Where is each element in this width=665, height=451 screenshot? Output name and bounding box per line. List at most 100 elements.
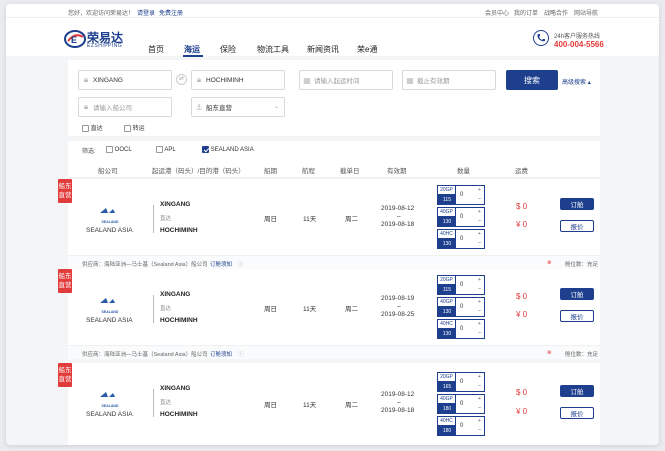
plus-icon[interactable]: + [478, 418, 481, 424]
nav-rong-e-tong[interactable]: 荣e通 [357, 44, 377, 55]
minus-icon[interactable]: – [478, 427, 481, 433]
container-40gp[interactable]: 40GP 130 0 + – [437, 297, 485, 317]
container-40gp[interactable]: 40GP 180 0 + – [437, 394, 485, 414]
carrier-logo: SEALAND [98, 202, 122, 224]
container-40hc[interactable]: 40HC 130 0 + – [437, 319, 485, 339]
direct-checkbox-wrap[interactable]: 直达 [82, 123, 103, 132]
container-40hc[interactable]: 40HC 180 0 + – [437, 416, 485, 436]
count-input[interactable]: 0 [460, 214, 463, 220]
transfer-checkbox[interactable] [124, 124, 131, 132]
header-carrier: 船公司 [98, 168, 118, 175]
plus-icon[interactable]: + [478, 277, 481, 283]
source-select[interactable]: ⚓︎ 船东直营 ⌄ [191, 97, 285, 117]
brand-sub: EZSHIPPING [87, 43, 123, 49]
count-input[interactable]: 0 [460, 304, 463, 310]
book-button[interactable]: 订舱 [560, 288, 594, 300]
filter-bar: 筛选: OOCL APL SEALAND ASIA [68, 141, 600, 158]
minus-icon[interactable]: – [478, 405, 481, 411]
count-input[interactable]: 0 [460, 401, 463, 407]
minus-icon[interactable]: – [478, 286, 481, 292]
container-20gp[interactable]: 20GP 115 0 + – [437, 275, 485, 295]
hotline-number: 400-004-5566 [554, 40, 604, 49]
carrier-name: SEALAND ASIA [86, 227, 133, 234]
filter-oocl[interactable]: OOCL [106, 146, 132, 153]
price-usd: $ 0 [516, 202, 528, 211]
supplier-text: 供应商：海陆亚洲—马士基（Sealand Asia）船公司 [82, 352, 208, 358]
minus-icon[interactable]: – [478, 240, 481, 246]
container-40hc[interactable]: 40HC 130 0 + – [437, 229, 485, 249]
minus-icon[interactable]: – [478, 330, 481, 336]
transfer-label: 转运 [132, 126, 145, 132]
count-input[interactable]: 0 [460, 236, 463, 242]
carrier-logo-text: SEALAND [101, 404, 119, 408]
book-button[interactable]: 订舱 [560, 198, 594, 210]
destination-port: HOCHIMINH [160, 411, 198, 418]
hotline-label: 24h客户服务热线 [554, 34, 601, 40]
plus-icon[interactable]: + [478, 187, 481, 193]
site-nav-link[interactable]: 网站导航 [574, 8, 598, 17]
swap-ports-icon[interactable]: ⇄ [176, 74, 187, 85]
destination-port-field[interactable]: 🔒︎ HOCHIMINH [191, 70, 285, 90]
minus-icon[interactable]: – [478, 196, 481, 202]
plus-icon[interactable]: + [478, 321, 481, 327]
sealand-checkbox[interactable] [202, 146, 209, 153]
minus-icon[interactable]: – [478, 308, 481, 314]
book-button[interactable]: 订舱 [560, 385, 594, 397]
login-link[interactable]: 请登录 [137, 8, 155, 17]
lock-icon: 🔒︎ [83, 75, 89, 84]
container-20gp[interactable]: 20GP 115 0 + – [437, 185, 485, 205]
minus-icon[interactable]: – [478, 383, 481, 389]
minus-icon[interactable]: – [478, 218, 481, 224]
count-input[interactable]: 0 [460, 379, 463, 385]
plus-icon[interactable]: + [478, 231, 481, 237]
my-orders-link[interactable]: 我的订单 [514, 8, 538, 17]
brand-logo[interactable]: E 荣易达 EZSHIPPING [64, 28, 132, 50]
advanced-search-link[interactable]: 高级搜索 ▴ [562, 77, 591, 86]
quote-button[interactable]: 报价 [560, 407, 594, 419]
apl-checkbox[interactable] [156, 146, 163, 153]
transfer-checkbox-wrap[interactable]: 转运 [124, 123, 145, 132]
quote-button[interactable]: 报价 [560, 220, 594, 232]
plus-icon[interactable]: + [478, 396, 481, 402]
nav-logistics-tools[interactable]: 物流工具 [257, 44, 289, 55]
count-input[interactable]: 0 [460, 326, 463, 332]
header-freight: 运费 [515, 168, 528, 175]
transit-time: 11天 [303, 402, 317, 409]
container-40gp[interactable]: 40GP 130 0 + – [437, 207, 485, 227]
carrier-field[interactable]: 🔒︎ 请输入船公司 [78, 97, 172, 117]
quote-button[interactable]: 报价 [560, 310, 594, 322]
booking-notice-link[interactable]: 订舱须知 [210, 260, 232, 268]
count-input[interactable]: 0 [460, 423, 463, 429]
booking-notice-link[interactable]: 订舱须知 [210, 350, 232, 358]
origin-port-value: XINGANG [93, 76, 123, 84]
valid-sep: – [397, 213, 401, 220]
deadline-field[interactable]: ▦ 截止有效期 [402, 70, 496, 90]
lock-icon: 🔒︎ [196, 75, 202, 84]
nav-news[interactable]: 新闻资讯 [307, 44, 339, 55]
container-20gp[interactable]: 20GP 165 0 + – [437, 372, 485, 392]
filter-apl[interactable]: APL [156, 146, 176, 153]
direct-checkbox[interactable] [82, 124, 89, 132]
partnership-link[interactable]: 战略合作 [544, 8, 568, 17]
filter-sealand[interactable]: SEALAND ASIA [202, 146, 254, 153]
depart-date-field[interactable]: ▦ 请输入起运时间 [299, 70, 393, 90]
header-cutoff: 截单日 [340, 168, 360, 175]
plus-icon[interactable]: + [478, 299, 481, 305]
price-cny: ¥ 0 [516, 407, 528, 416]
search-button[interactable]: 搜索 [506, 70, 558, 90]
nav-home[interactable]: 首页 [148, 44, 164, 55]
plus-icon[interactable]: + [478, 209, 481, 215]
nav-insurance[interactable]: 保险 [220, 44, 236, 55]
oocl-checkbox[interactable] [106, 146, 113, 153]
count-input[interactable]: 0 [460, 282, 463, 288]
plus-icon[interactable]: + [478, 374, 481, 380]
help-icon[interactable]: ⓘ [238, 260, 244, 268]
supplier-text: 供应商：海陆亚洲—马士基（Sealand Asia）船公司 [82, 262, 208, 268]
nav-shipping[interactable]: 海运 [184, 44, 200, 55]
member-center-link[interactable]: 会员中心 [485, 8, 509, 17]
register-link[interactable]: 免费注册 [159, 8, 183, 17]
count-input[interactable]: 0 [460, 192, 463, 198]
help-icon[interactable]: ⓘ [238, 350, 244, 358]
origin-port-field[interactable]: 🔒︎ XINGANG [78, 70, 172, 90]
container-qty: 115 [438, 285, 456, 295]
